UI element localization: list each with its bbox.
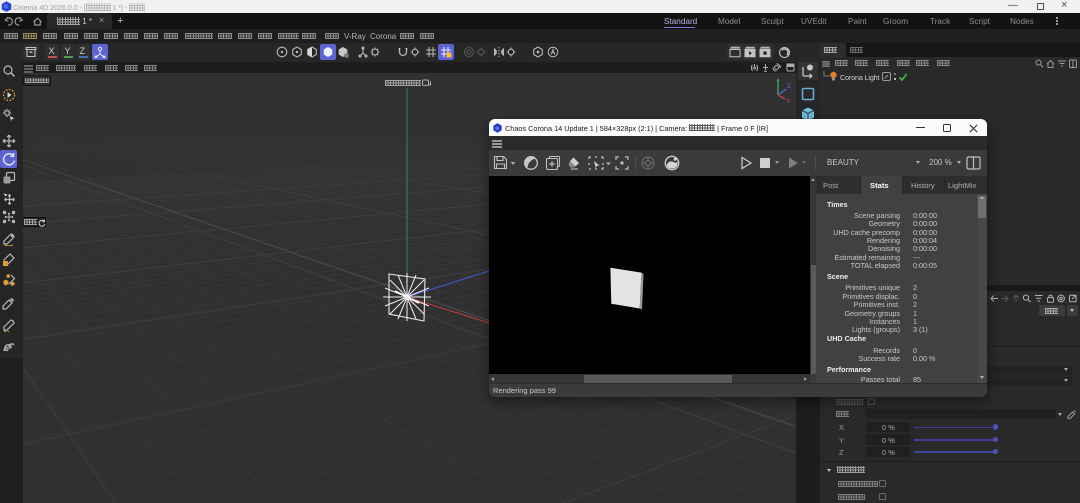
svg-text:Z: Z — [787, 83, 791, 90]
svg-text:X: X — [786, 98, 791, 105]
